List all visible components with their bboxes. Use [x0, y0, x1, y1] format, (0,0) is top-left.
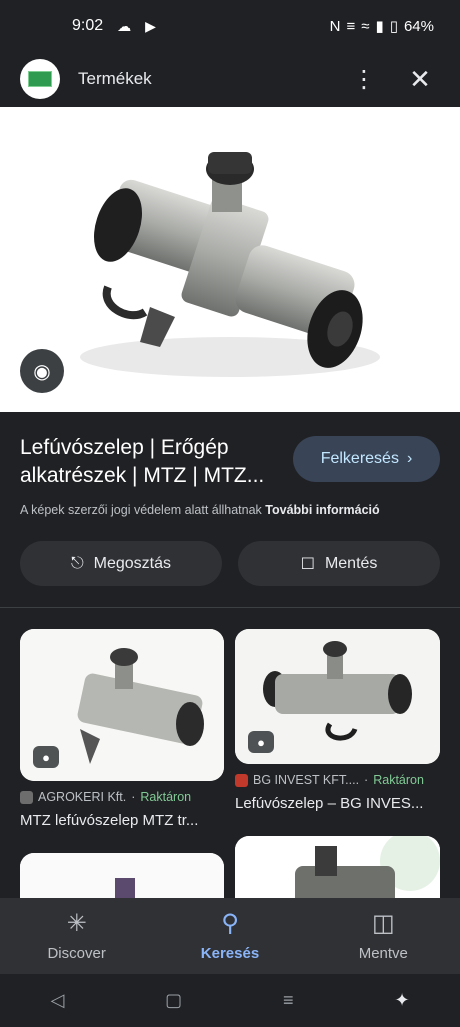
copyright-notice: A képek szerzői jogi védelem alatt állha…	[20, 503, 380, 517]
card-source-name-1: AGROKERI Kft.	[38, 790, 127, 804]
visit-button[interactable]: Felkeresés ›	[293, 436, 440, 482]
nav-saved[interactable]: ◫ Mentve	[323, 909, 443, 962]
collections-icon: ◫	[371, 909, 395, 937]
home-icon[interactable]: ▢	[165, 990, 182, 1011]
battery-icon: ▯	[389, 18, 398, 35]
card-source-2: BG INVEST KFT.... · Raktáron	[235, 773, 424, 787]
more-options-icon[interactable]: ⋮	[344, 65, 384, 94]
card-title-1[interactable]: MTZ lefúvószelep MTZ tr...	[20, 812, 198, 829]
nav-saved-label: Mentve	[358, 944, 408, 962]
youtube-icon: ▶	[145, 17, 156, 34]
page-title: Termékek	[78, 69, 152, 88]
agrokeri-logo	[20, 790, 33, 804]
nav-search-label: Keresés	[200, 944, 260, 962]
back-icon[interactable]: ◁	[50, 990, 64, 1011]
snapchat-icon: ☁	[117, 17, 132, 34]
card-title-2[interactable]: Lefúvószelep – BG INVES...	[235, 795, 423, 812]
discover-icon: ✳	[66, 909, 87, 937]
price-tag-icon: ●	[248, 731, 274, 753]
save-button[interactable]: ☐ Mentés	[238, 541, 440, 586]
google-lens-icon[interactable]: ◉	[20, 349, 64, 393]
price-tag-icon: ●	[33, 746, 59, 768]
card-source-1: AGROKERI Kft. · Raktáron	[20, 790, 191, 804]
close-icon[interactable]: ✕	[400, 64, 440, 95]
card-stock-1: Raktáron	[140, 790, 192, 804]
system-navigation-bar: ◁ ▢ ≡ ✦	[0, 974, 460, 1027]
bookmark-icon: ☐	[300, 555, 315, 573]
bg-invest-logo	[235, 773, 248, 787]
nav-search[interactable]: ⚲ Keresés	[170, 909, 290, 962]
product-image[interactable]	[0, 107, 460, 412]
nfc-icon: N	[329, 17, 341, 35]
copyright-text: A képek szerzői jogi védelem alatt állha…	[20, 503, 262, 517]
search-icon: ⚲	[221, 909, 239, 937]
vibrate-icon: ≡	[346, 17, 356, 35]
share-icon: ⎋	[70, 554, 84, 572]
share-button-label: Megosztás	[93, 554, 172, 572]
card-stock-2: Raktáron	[373, 773, 424, 787]
divider	[0, 607, 460, 608]
battery-percent: 64%	[403, 17, 434, 35]
result-title[interactable]: Lefúvószelep | Erőgép alkatrészek | MTZ …	[20, 434, 280, 490]
status-time: 9:02	[72, 17, 104, 34]
top-bar: Termékek ⋮ ✕	[0, 52, 460, 106]
nav-discover[interactable]: ✳ Discover	[17, 909, 137, 962]
accessibility-icon[interactable]: ✦	[394, 990, 409, 1011]
site-logo	[20, 59, 60, 99]
nav-discover-label: Discover	[47, 944, 106, 962]
more-info-link[interactable]: További információ	[265, 503, 379, 517]
wifi-icon: ≈	[361, 17, 370, 35]
visit-button-label: Felkeresés	[320, 450, 399, 467]
share-button[interactable]: ⎋ Megosztás	[20, 541, 222, 586]
signal-icon: ▮	[375, 18, 384, 35]
recents-icon[interactable]: ≡	[283, 990, 294, 1011]
chevron-right-icon: ›	[406, 450, 413, 467]
save-button-label: Mentés	[324, 554, 378, 572]
bottom-navigation: ✳ Discover ⚲ Keresés ◫ Mentve	[0, 898, 460, 974]
card-source-name-2: BG INVEST KFT....	[253, 773, 360, 787]
status-bar: 9:02 ☁ ▶ N ≡ ≈ ▮ ▯ 64%	[0, 0, 460, 52]
